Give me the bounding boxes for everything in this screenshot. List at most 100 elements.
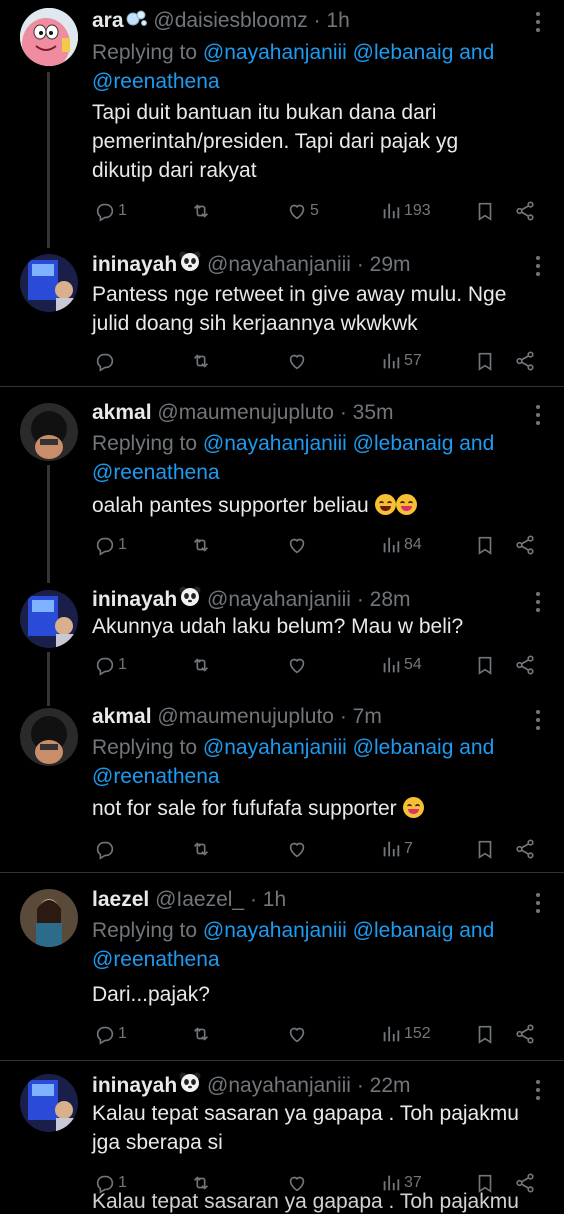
reply-mentions-more[interactable]: @reenathena <box>92 70 220 93</box>
reply-button[interactable]: 1 <box>92 530 127 560</box>
more-options-icon[interactable] <box>536 405 542 429</box>
more-options-icon[interactable] <box>536 710 542 734</box>
handle[interactable]: @nayahanjaniii <box>207 1074 351 1097</box>
timestamp[interactable]: · 1h <box>314 9 350 32</box>
reply-mentions[interactable]: @nayahanjaniii @lebanaig and <box>203 41 494 64</box>
retweet-button[interactable] <box>188 530 212 560</box>
bookmark-button[interactable] <box>472 346 496 376</box>
bookmark-icon <box>474 200 496 222</box>
views-button[interactable]: 7 <box>378 834 413 864</box>
reply-mentions[interactable]: @nayahanjaniii @lebanaig and <box>203 432 494 455</box>
timestamp[interactable]: · 35m <box>340 401 394 424</box>
reply-mentions[interactable]: @nayahanjaniii @lebanaig and <box>203 919 494 942</box>
like-button[interactable] <box>284 834 310 864</box>
reply-button[interactable]: 1 <box>92 196 127 226</box>
display-name[interactable]: ininayah <box>92 588 177 611</box>
views-count: 7 <box>404 840 413 857</box>
more-options-icon[interactable] <box>536 893 542 917</box>
replying-to-label: Replying to <box>92 41 198 64</box>
reply-mentions-more[interactable]: @reenathena <box>92 948 220 971</box>
like-button[interactable] <box>284 530 310 560</box>
retweet-icon <box>190 654 212 676</box>
like-button[interactable] <box>284 650 310 680</box>
display-name[interactable]: ara <box>92 9 124 32</box>
handle[interactable]: @nayahanjaniii <box>207 588 351 611</box>
more-options-icon[interactable] <box>536 256 542 280</box>
reply-mentions-more[interactable]: @reenathena <box>92 765 220 788</box>
share-button[interactable] <box>512 650 536 680</box>
display-name[interactable]: ininayah <box>92 1074 177 1097</box>
handle[interactable]: @nayahanjaniii <box>207 253 351 276</box>
retweet-button[interactable] <box>188 346 212 376</box>
views-button[interactable]: 152 <box>378 1019 431 1049</box>
avatar[interactable] <box>20 889 78 947</box>
bookmark-button[interactable] <box>472 530 496 560</box>
timestamp[interactable]: · 1h <box>250 888 286 911</box>
like-button[interactable]: 5 <box>284 196 319 226</box>
action-bar: 7 <box>92 834 550 864</box>
reply-button[interactable]: 1 <box>92 1019 127 1049</box>
avatar[interactable] <box>20 1074 78 1132</box>
heart-icon <box>286 654 308 676</box>
timestamp[interactable]: · 7m <box>340 705 382 728</box>
retweet-icon <box>190 350 212 372</box>
retweet-button[interactable] <box>188 834 212 864</box>
avatar[interactable] <box>20 708 78 766</box>
more-options-icon[interactable] <box>536 12 542 36</box>
reply-button[interactable]: 1 <box>92 650 127 680</box>
avatar[interactable] <box>20 8 78 66</box>
reply-button[interactable] <box>92 834 118 864</box>
handle[interactable]: @Iaezel_ <box>155 888 244 911</box>
share-button[interactable] <box>512 196 536 226</box>
bookmark-icon <box>474 1023 496 1045</box>
retweet-button[interactable] <box>188 650 212 680</box>
handle[interactable]: @maumenujupluto <box>157 705 334 728</box>
patrick-star-avatar-icon <box>20 8 78 66</box>
tweet[interactable]: ininayah @nayahanjaniii · 22m Kalau tepa… <box>0 1070 564 1200</box>
share-button[interactable] <box>512 530 536 560</box>
views-chart-icon <box>380 838 402 860</box>
thread-line <box>47 72 50 248</box>
timestamp[interactable]: · 29m <box>357 253 411 276</box>
avatar[interactable] <box>20 403 78 461</box>
bookmark-button[interactable] <box>472 1019 496 1049</box>
views-button[interactable]: 57 <box>378 346 422 376</box>
like-button[interactable] <box>284 1019 310 1049</box>
reply-icon <box>94 200 116 222</box>
timestamp[interactable]: · 22m <box>357 1074 411 1097</box>
handle[interactable]: @daisiesbloomz <box>153 9 307 32</box>
reply-button[interactable] <box>92 346 118 376</box>
timestamp[interactable]: · 28m <box>357 588 411 611</box>
like-button[interactable] <box>284 346 310 376</box>
views-chart-icon <box>380 654 402 676</box>
views-button[interactable]: 54 <box>378 650 422 680</box>
tweet[interactable]: laezel @Iaezel_ · 1h Replying to @nayaha… <box>0 883 564 1053</box>
bookmark-button[interactable] <box>472 834 496 864</box>
display-name[interactable]: laezel <box>92 888 149 911</box>
display-name[interactable]: ininayah <box>92 253 177 276</box>
bookmark-icon <box>474 350 496 372</box>
share-button[interactable] <box>512 834 536 864</box>
display-name[interactable]: akmal <box>92 705 152 728</box>
reply-mentions[interactable]: @nayahanjaniii @lebanaig and <box>203 736 494 759</box>
views-button[interactable]: 193 <box>378 196 431 226</box>
reply-count: 1 <box>118 202 127 219</box>
bookmark-button[interactable] <box>472 650 496 680</box>
share-icon <box>514 534 536 556</box>
tweet[interactable]: ininayah @nayahanjaniii · 29m Pantess ng… <box>0 248 564 384</box>
retweet-button[interactable] <box>188 1019 212 1049</box>
handle[interactable]: @maumenujupluto <box>157 401 334 424</box>
avatar[interactable] <box>20 254 78 312</box>
views-button[interactable]: 84 <box>378 530 422 560</box>
display-name[interactable]: akmal <box>92 401 152 424</box>
reply-mentions-more[interactable]: @reenathena <box>92 461 220 484</box>
share-button[interactable] <box>512 346 536 376</box>
tweet[interactable]: ara @daisiesbloomz · 1h Replying to @nay… <box>0 0 564 248</box>
tweet[interactable]: akmal @maumenujupluto · 35m Replying to … <box>0 397 564 583</box>
avatar[interactable] <box>20 590 78 648</box>
tweet[interactable]: akmal @maumenujupluto · 7m Replying to @… <box>0 700 564 870</box>
bookmark-button[interactable] <box>472 196 496 226</box>
tweet[interactable]: ininayah @nayahanjaniii · 28m Akunnya ud… <box>0 584 564 706</box>
retweet-button[interactable] <box>188 196 212 226</box>
share-button[interactable] <box>512 1019 536 1049</box>
